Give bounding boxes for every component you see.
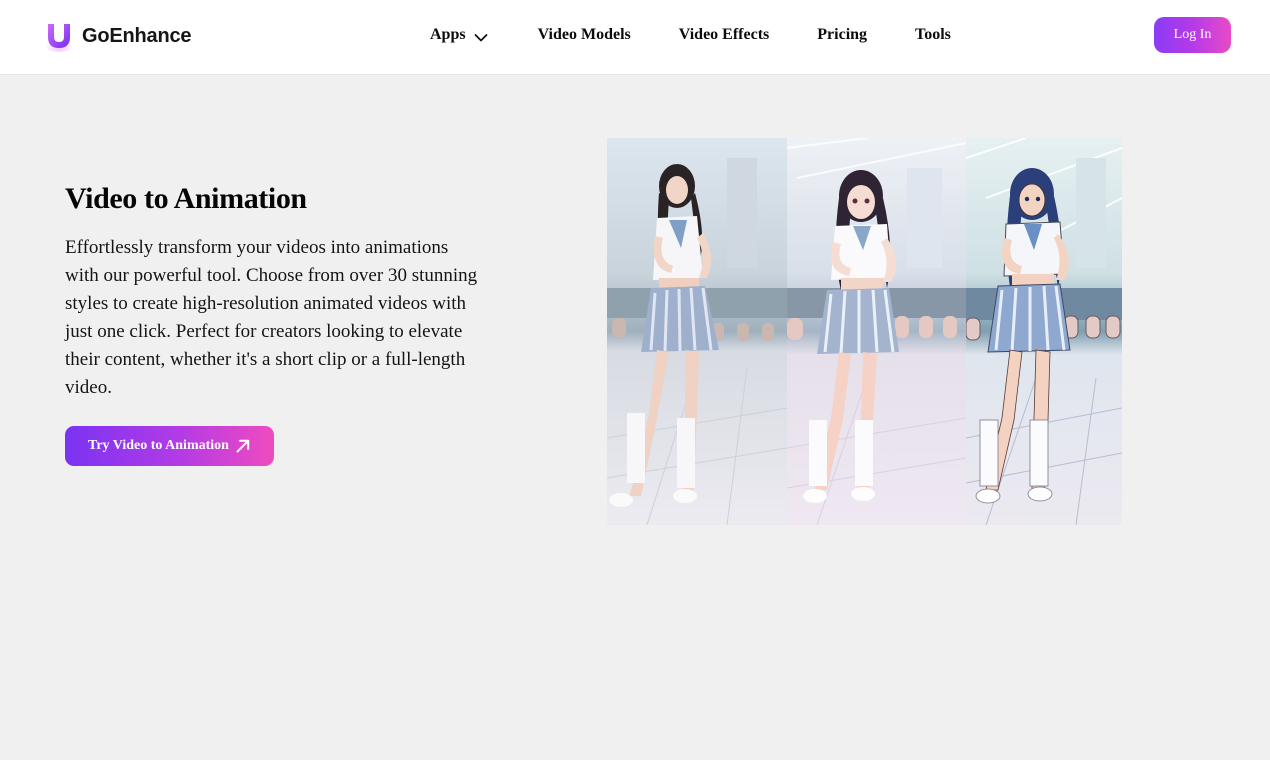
nav-item-label: Tools xyxy=(915,26,951,43)
nav-item-video-models[interactable]: Video Models xyxy=(538,26,631,44)
top-navbar: GoEnhance Apps Video Models Video Effect… xyxy=(0,0,1270,75)
nav-item-apps[interactable]: Apps xyxy=(430,26,488,44)
arrow-up-right-icon xyxy=(235,438,251,454)
main-nav: Apps Video Models Video Effects Pricing … xyxy=(430,26,951,44)
animation-preview-image xyxy=(607,138,1122,525)
comic-style-frame xyxy=(966,138,1122,525)
nav-item-pricing[interactable]: Pricing xyxy=(817,26,867,44)
goenhance-logo-icon xyxy=(44,20,74,52)
hero-title: Video to Animation xyxy=(65,182,307,215)
cta-label: Try Video to Animation xyxy=(88,438,229,453)
anime-style-frame xyxy=(787,138,966,525)
nav-item-label: Video Effects xyxy=(678,26,770,43)
nav-item-label: Video Models xyxy=(537,26,631,43)
chevron-down-icon xyxy=(474,30,488,42)
login-button[interactable]: Log In xyxy=(1154,17,1231,53)
brand-logo[interactable]: GoEnhance xyxy=(44,18,192,54)
try-video-to-animation-button[interactable]: Try Video to Animation xyxy=(65,426,274,466)
nav-item-video-effects[interactable]: Video Effects xyxy=(679,26,770,44)
brand-name: GoEnhance xyxy=(82,24,192,47)
hero-description: Effortlessly transform your videos into … xyxy=(65,237,478,398)
nav-item-tools[interactable]: Tools xyxy=(915,26,951,44)
nav-item-label: Apps xyxy=(430,26,466,43)
original-video-frame xyxy=(607,138,787,525)
nav-item-label: Pricing xyxy=(817,26,868,43)
